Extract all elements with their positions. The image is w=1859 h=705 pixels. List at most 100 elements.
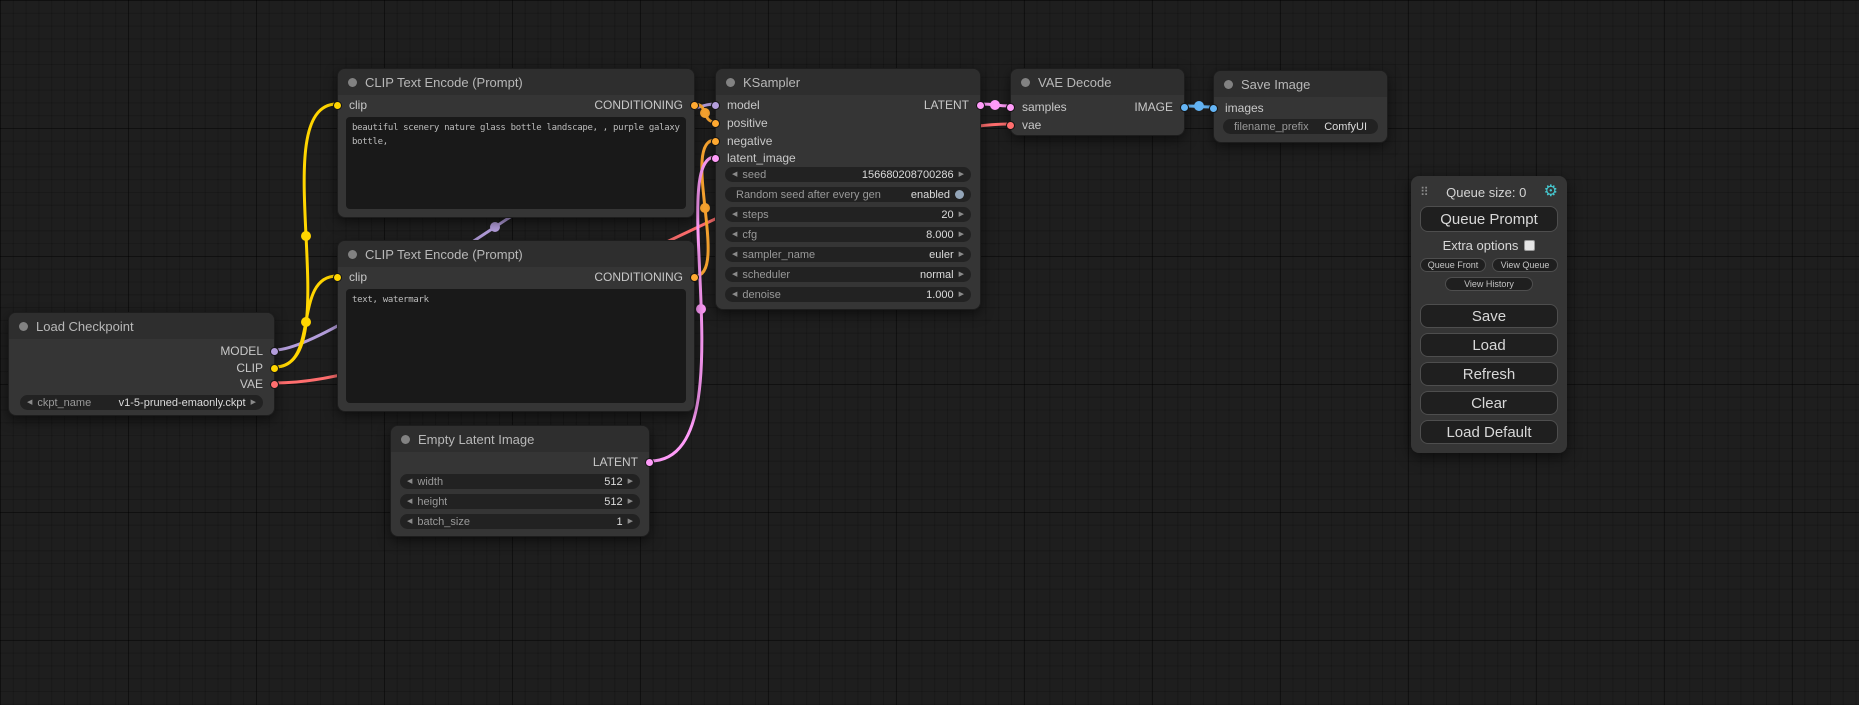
node-title-bar[interactable]: CLIP Text Encode (Prompt) <box>338 69 694 95</box>
decrement-arrow-icon[interactable]: ◀ <box>732 251 737 258</box>
increment-arrow-icon[interactable]: ▶ <box>959 211 964 218</box>
node-title-bar[interactable]: Save Image <box>1214 71 1387 97</box>
decrement-arrow-icon[interactable]: ◀ <box>407 498 412 505</box>
node-load-checkpoint[interactable]: Load Checkpoint MODEL CLIP VAE ◀ ckpt_na… <box>8 312 275 416</box>
input-slot-vae[interactable]: vae <box>1011 117 1041 133</box>
node-clip-text-encode-positive[interactable]: CLIP Text Encode (Prompt) clip CONDITION… <box>337 68 695 218</box>
node-clip-text-encode-negative[interactable]: CLIP Text Encode (Prompt) clip CONDITION… <box>337 240 695 412</box>
widget-scheduler[interactable]: ◀ scheduler normal ▶ <box>724 266 972 283</box>
decrement-arrow-icon[interactable]: ◀ <box>732 171 737 178</box>
toggle-dot-icon[interactable] <box>955 190 964 199</box>
decrement-arrow-icon[interactable]: ◀ <box>732 291 737 298</box>
collapse-dot-icon[interactable] <box>1021 78 1030 87</box>
input-slot-model[interactable]: model <box>716 97 760 113</box>
output-slot-conditioning[interactable]: CONDITIONING <box>594 97 694 113</box>
clear-button[interactable]: Clear <box>1420 391 1558 415</box>
node-title-bar[interactable]: CLIP Text Encode (Prompt) <box>338 241 694 267</box>
collapse-dot-icon[interactable] <box>401 435 410 444</box>
input-dot-latent-image[interactable] <box>711 154 720 163</box>
output-dot-conditioning[interactable] <box>690 101 699 110</box>
input-dot-images[interactable] <box>1209 104 1218 113</box>
input-dot-model[interactable] <box>711 101 720 110</box>
input-dot-positive[interactable] <box>711 119 720 128</box>
output-dot-image[interactable] <box>1180 103 1189 112</box>
output-slot-clip[interactable]: CLIP <box>236 360 274 376</box>
output-slot-conditioning[interactable]: CONDITIONING <box>594 269 694 285</box>
queue-prompt-button[interactable]: Queue Prompt <box>1420 206 1558 232</box>
widget-cfg[interactable]: ◀ cfg 8.000 ▶ <box>724 226 972 243</box>
output-dot-clip[interactable] <box>270 364 279 373</box>
widget-filename-prefix[interactable]: filename_prefix ComfyUI <box>1222 118 1379 135</box>
queue-front-button[interactable]: Queue Front <box>1420 258 1486 272</box>
output-slot-vae[interactable]: VAE <box>240 376 274 392</box>
input-slot-clip[interactable]: clip <box>338 97 367 113</box>
node-title-bar[interactable]: VAE Decode <box>1011 69 1184 95</box>
output-slot-image[interactable]: IMAGE <box>1134 99 1184 115</box>
collapse-dot-icon[interactable] <box>348 78 357 87</box>
decrement-arrow-icon[interactable]: ◀ <box>407 478 412 485</box>
view-queue-button[interactable]: View Queue <box>1492 258 1558 272</box>
input-dot-clip[interactable] <box>333 101 342 110</box>
output-dot-model[interactable] <box>270 347 279 356</box>
increment-arrow-icon[interactable]: ▶ <box>959 231 964 238</box>
widget-denoise[interactable]: ◀ denoise 1.000 ▶ <box>724 286 972 303</box>
widget-random-seed-toggle[interactable]: Random seed after every gen enabled <box>724 186 972 203</box>
increment-arrow-icon[interactable]: ▶ <box>628 518 633 525</box>
widget-sampler-name[interactable]: ◀ sampler_name euler ▶ <box>724 246 972 263</box>
node-title-bar[interactable]: KSampler <box>716 69 980 95</box>
node-title-bar[interactable]: Empty Latent Image <box>391 426 649 452</box>
collapse-dot-icon[interactable] <box>726 78 735 87</box>
input-dot-vae[interactable] <box>1006 121 1015 130</box>
collapse-dot-icon[interactable] <box>19 322 28 331</box>
node-save-image[interactable]: Save Image images filename_prefix ComfyU… <box>1213 70 1388 143</box>
widget-ckpt-name[interactable]: ◀ ckpt_name v1-5-pruned-emaonly.ckpt ▶ <box>19 394 264 411</box>
decrement-arrow-icon[interactable]: ◀ <box>27 399 32 406</box>
node-ksampler[interactable]: KSampler model positive negative latent_… <box>715 68 981 310</box>
output-slot-latent[interactable]: LATENT <box>593 454 649 470</box>
widget-batch-size[interactable]: ◀ batch_size 1 ▶ <box>399 513 641 530</box>
load-default-button[interactable]: Load Default <box>1420 420 1558 444</box>
collapse-dot-icon[interactable] <box>348 250 357 259</box>
output-slot-latent[interactable]: LATENT <box>924 97 980 113</box>
output-dot-vae[interactable] <box>270 380 279 389</box>
widget-seed[interactable]: ◀ seed 156680208700286 ▶ <box>724 166 972 183</box>
node-empty-latent-image[interactable]: Empty Latent Image LATENT ◀ width 512 ▶ … <box>390 425 650 537</box>
prompt-textarea[interactable]: text, watermark <box>346 289 686 403</box>
increment-arrow-icon[interactable]: ▶ <box>251 399 256 406</box>
increment-arrow-icon[interactable]: ▶ <box>959 271 964 278</box>
output-slot-model[interactable]: MODEL <box>220 343 274 359</box>
node-title-bar[interactable]: Load Checkpoint <box>9 313 274 339</box>
input-slot-latent-image[interactable]: latent_image <box>716 150 796 166</box>
settings-gear-icon[interactable]: ⚙ <box>1544 184 1558 200</box>
widget-height[interactable]: ◀ height 512 ▶ <box>399 493 641 510</box>
decrement-arrow-icon[interactable]: ◀ <box>732 271 737 278</box>
extra-options-checkbox[interactable] <box>1524 240 1535 251</box>
input-dot-negative[interactable] <box>711 137 720 146</box>
output-dot-latent[interactable] <box>976 101 985 110</box>
input-slot-positive[interactable]: positive <box>716 115 768 131</box>
view-history-button[interactable]: View History <box>1445 277 1533 291</box>
prompt-textarea[interactable]: beautiful scenery nature glass bottle la… <box>346 117 686 209</box>
widget-width[interactable]: ◀ width 512 ▶ <box>399 473 641 490</box>
decrement-arrow-icon[interactable]: ◀ <box>407 518 412 525</box>
widget-steps[interactable]: ◀ steps 20 ▶ <box>724 206 972 223</box>
refresh-button[interactable]: Refresh <box>1420 362 1558 386</box>
input-slot-images[interactable]: images <box>1214 100 1264 116</box>
increment-arrow-icon[interactable]: ▶ <box>959 171 964 178</box>
save-button[interactable]: Save <box>1420 304 1558 328</box>
increment-arrow-icon[interactable]: ▶ <box>959 291 964 298</box>
input-slot-negative[interactable]: negative <box>716 133 772 149</box>
increment-arrow-icon[interactable]: ▶ <box>628 498 633 505</box>
node-graph-canvas[interactable]: Load Checkpoint MODEL CLIP VAE ◀ ckpt_na… <box>0 0 1859 705</box>
drag-handle-icon[interactable]: ⠿ <box>1420 185 1429 199</box>
decrement-arrow-icon[interactable]: ◀ <box>732 231 737 238</box>
decrement-arrow-icon[interactable]: ◀ <box>732 211 737 218</box>
increment-arrow-icon[interactable]: ▶ <box>628 478 633 485</box>
input-dot-samples[interactable] <box>1006 103 1015 112</box>
collapse-dot-icon[interactable] <box>1224 80 1233 89</box>
input-slot-samples[interactable]: samples <box>1011 99 1067 115</box>
output-dot-conditioning[interactable] <box>690 273 699 282</box>
increment-arrow-icon[interactable]: ▶ <box>959 251 964 258</box>
load-button[interactable]: Load <box>1420 333 1558 357</box>
input-slot-clip[interactable]: clip <box>338 269 367 285</box>
